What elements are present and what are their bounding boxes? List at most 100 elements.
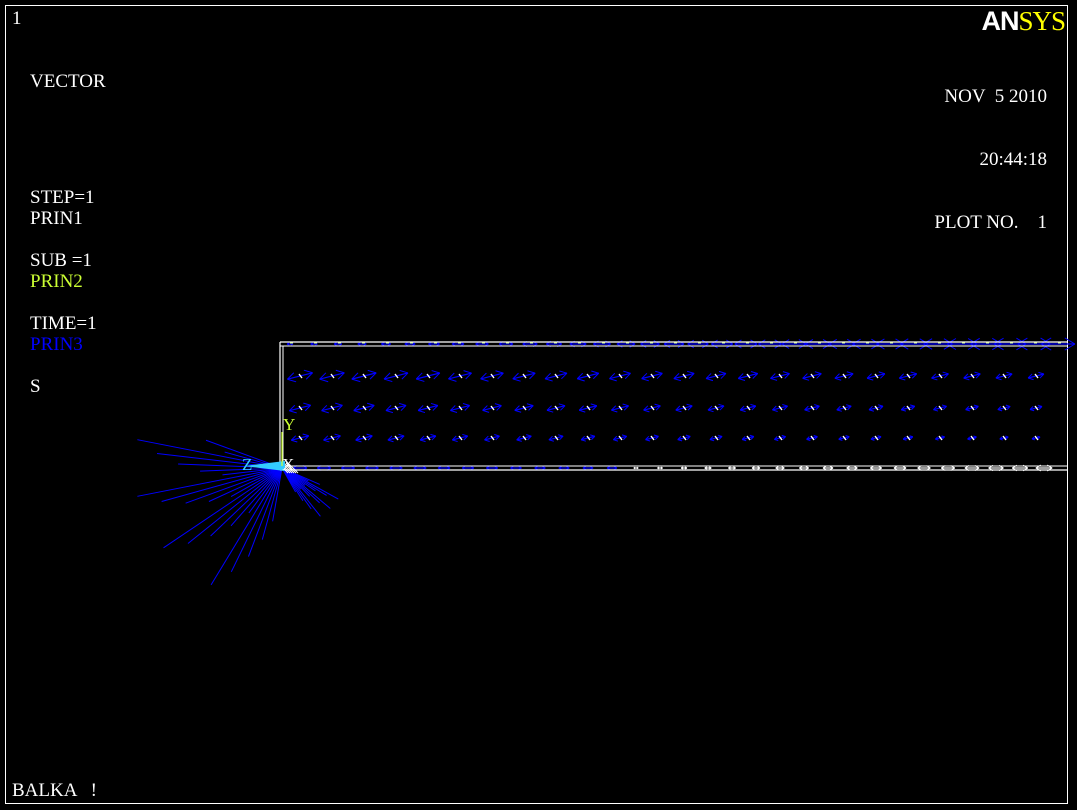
prin3-vector bbox=[974, 371, 981, 375]
prin3-vector bbox=[526, 403, 534, 407]
prin3-vector bbox=[494, 403, 502, 407]
prin3-vector bbox=[995, 377, 1002, 381]
prin3-vector bbox=[559, 370, 568, 374]
vector-plot: Y Z X bbox=[137, 337, 1076, 586]
prin3-vector bbox=[480, 378, 489, 382]
prin3-vector bbox=[846, 371, 854, 375]
prin3-vector bbox=[967, 438, 971, 441]
prin3-vector bbox=[514, 409, 522, 413]
prin3-vector bbox=[941, 435, 945, 438]
prin3-vector bbox=[387, 439, 394, 443]
prin3-vector bbox=[993, 343, 1004, 351]
prin3-vector bbox=[941, 404, 947, 407]
plot-title: BALKA ! bbox=[12, 780, 97, 801]
prin3-vector bbox=[875, 343, 885, 350]
prin3-vector bbox=[814, 404, 820, 407]
prin3-vector bbox=[1037, 404, 1043, 407]
prin3-vector bbox=[641, 378, 649, 382]
prin3-vector bbox=[933, 409, 939, 412]
prin3-vector bbox=[770, 377, 778, 381]
prin3-vector bbox=[806, 438, 811, 442]
prin3-vector bbox=[579, 409, 586, 413]
prin3-vector bbox=[548, 439, 554, 442]
prin3-vector bbox=[383, 378, 393, 383]
graphics-window[interactable]: 1 ANSYS VECTOR STEP=1 SUB =1 TIME=1 S PR… bbox=[0, 0, 1077, 810]
prin3-vector bbox=[430, 402, 438, 406]
prin3-vector bbox=[302, 433, 309, 437]
prin3-vector bbox=[613, 439, 619, 442]
prin3-vector bbox=[878, 371, 886, 375]
prin3-vector bbox=[452, 439, 458, 443]
prin3-vector bbox=[1038, 371, 1045, 375]
prin3-vector bbox=[749, 434, 755, 437]
prin3-vector bbox=[289, 410, 297, 414]
prin3-vector bbox=[804, 409, 810, 412]
prin3-vector bbox=[973, 435, 977, 438]
prin3-vector bbox=[866, 377, 874, 381]
prin3-vector bbox=[999, 438, 1003, 441]
prin3-vector bbox=[781, 434, 786, 438]
prin3-vector bbox=[609, 378, 617, 382]
prin3-vector bbox=[834, 377, 842, 381]
prin3-vector bbox=[303, 369, 313, 374]
prin3-vector bbox=[323, 439, 330, 443]
prin3-vector bbox=[494, 434, 500, 437]
prin3-vector bbox=[431, 370, 440, 374]
prin3-vector bbox=[512, 378, 521, 382]
prin3-vector bbox=[655, 370, 663, 374]
prin3-vector bbox=[1016, 343, 1027, 351]
prin3-vector bbox=[845, 435, 850, 438]
prin3-vector bbox=[484, 439, 490, 442]
prin3-vector bbox=[544, 378, 553, 382]
prin3-vector bbox=[878, 404, 884, 407]
prin3-vector bbox=[838, 438, 843, 441]
prin3-vector bbox=[738, 378, 746, 381]
prin3-vector bbox=[813, 434, 818, 438]
coordinate-triad: Y Z X bbox=[242, 415, 295, 474]
prin3-vector bbox=[622, 403, 629, 407]
prin3-vector bbox=[686, 370, 695, 374]
prin1-vector bbox=[633, 467, 636, 470]
prin3-vector bbox=[750, 403, 756, 407]
prin3-vector bbox=[419, 439, 426, 443]
prin3-vector bbox=[899, 343, 909, 350]
prin3-vector bbox=[321, 410, 329, 414]
prin3-vector bbox=[398, 402, 407, 406]
triad-x-label: X bbox=[282, 455, 294, 474]
prin3-vector bbox=[705, 378, 714, 382]
prin3-vector bbox=[463, 370, 472, 374]
prin3-vector bbox=[772, 409, 778, 412]
prin3-vector bbox=[589, 434, 596, 437]
prin3-vector bbox=[1017, 337, 1028, 345]
prin3-vector bbox=[942, 371, 949, 375]
prin3-vector bbox=[366, 433, 373, 437]
prin3-vector bbox=[899, 377, 906, 381]
prin3-vector bbox=[1031, 438, 1035, 441]
prin3-vector bbox=[591, 370, 599, 374]
prin3-vector bbox=[590, 403, 597, 407]
prin3-vector bbox=[717, 434, 723, 437]
prin3-vector bbox=[973, 404, 979, 407]
prin3-vector bbox=[673, 378, 682, 382]
prin3-vector bbox=[334, 433, 341, 437]
prin3-vector bbox=[1064, 343, 1076, 351]
prin3-vector bbox=[675, 409, 682, 413]
prin3-vector bbox=[895, 343, 905, 350]
prin3-vector bbox=[686, 403, 693, 407]
prin3-vector bbox=[1005, 404, 1011, 407]
prin3-vector bbox=[868, 409, 874, 412]
prin3-vector bbox=[750, 371, 758, 374]
prin3-vector bbox=[997, 409, 1003, 412]
prin3-vector bbox=[836, 409, 842, 412]
prin3-vector bbox=[909, 435, 913, 438]
prin3-vector bbox=[782, 404, 788, 407]
prin3-vector bbox=[1064, 337, 1076, 345]
prin3-vector bbox=[546, 409, 554, 413]
prin3-vector bbox=[558, 434, 564, 437]
prin3-vector bbox=[1006, 371, 1013, 375]
prin3-vector bbox=[335, 402, 343, 406]
prin3-vector bbox=[495, 370, 504, 374]
prin3-vector bbox=[903, 438, 907, 441]
prin3-vector bbox=[935, 438, 939, 441]
prin3-vector bbox=[335, 369, 345, 374]
